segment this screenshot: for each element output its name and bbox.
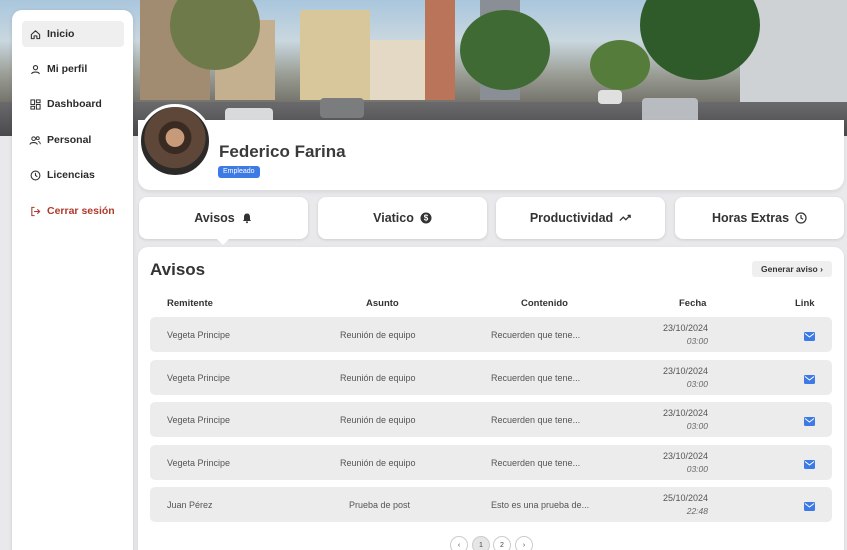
- tab-productividad[interactable]: Productividad: [496, 197, 665, 239]
- clock-icon: [29, 169, 41, 181]
- cell-hora: 03:00: [686, 421, 708, 431]
- sidebar-item-label: Inicio: [47, 28, 75, 40]
- user-icon: [29, 63, 41, 75]
- mail-icon[interactable]: [804, 456, 815, 469]
- sidebar-item-label: Cerrar sesión: [47, 205, 115, 217]
- profile-name: Federico Farina: [219, 142, 346, 161]
- column-header-asunto: Asunto: [366, 298, 399, 309]
- sidebar-item-inicio[interactable]: Inicio: [22, 21, 124, 47]
- sidebar-item-label: Dashboard: [47, 98, 102, 110]
- cell-asunto: Prueba de post: [349, 500, 411, 510]
- tab-label: Horas Extras: [711, 211, 790, 225]
- cell-remitente: Juan Pérez: [167, 500, 213, 510]
- logout-button[interactable]: Cerrar sesión: [22, 198, 124, 224]
- pagination-page-1[interactable]: 1: [472, 536, 490, 550]
- users-icon: [29, 134, 41, 146]
- cell-fecha: 25/10/2024: [662, 493, 708, 503]
- cell-contenido: Recuerden que tene...: [491, 415, 581, 425]
- mail-icon[interactable]: [804, 498, 815, 511]
- cell-hora: 22:48: [686, 506, 708, 516]
- home-icon: [29, 28, 41, 40]
- cell-contenido: Recuerden que tene...: [491, 330, 581, 340]
- section-title: Avisos: [150, 260, 206, 279]
- column-header-link: Link: [795, 298, 815, 309]
- role-badge: Empleado: [218, 166, 260, 178]
- mail-icon[interactable]: [804, 413, 815, 426]
- cell-asunto: Reunión de equipo: [340, 373, 416, 383]
- cell-fecha: 23/10/2024: [662, 366, 708, 376]
- sidebar-item-mi-perfil[interactable]: Mi perfil: [22, 56, 124, 82]
- cell-hora: 03:00: [686, 464, 708, 474]
- column-header-contenido: Contenido: [521, 298, 568, 309]
- cell-contenido: Recuerden que tene...: [491, 458, 581, 468]
- dollar-icon: $: [420, 212, 432, 224]
- mail-icon[interactable]: [804, 328, 815, 341]
- trend-icon: [619, 212, 631, 224]
- cell-contenido: Esto es una prueba de...: [491, 500, 590, 510]
- sidebar-item-licencias[interactable]: Licencias: [22, 162, 124, 188]
- cell-fecha: 23/10/2024: [662, 323, 708, 333]
- dashboard-icon: [29, 98, 41, 110]
- pagination-next-button[interactable]: ›: [515, 536, 533, 550]
- svg-text:$: $: [424, 214, 429, 223]
- sidebar-item-label: Personal: [47, 134, 92, 146]
- sidebar-item-label: Mi perfil: [47, 63, 88, 75]
- generate-notice-button[interactable]: Generar aviso ›: [752, 261, 832, 277]
- active-tab-indicator: [216, 238, 230, 245]
- cell-contenido: Recuerden que tene...: [491, 373, 581, 383]
- tab-viatico[interactable]: Viatico $: [318, 197, 487, 239]
- column-header-fecha: Fecha: [679, 298, 707, 309]
- cell-hora: 03:00: [686, 379, 708, 389]
- pagination-page-2[interactable]: 2: [493, 536, 511, 550]
- cell-remitente: Vegeta Principe: [167, 415, 231, 425]
- mail-icon[interactable]: [804, 371, 815, 384]
- pagination-prev-button[interactable]: ‹: [450, 536, 468, 550]
- column-header-remitente: Remitente: [167, 298, 213, 309]
- tab-horas-extras[interactable]: Horas Extras: [675, 197, 844, 239]
- avatar: [138, 104, 212, 178]
- cell-asunto: Reunión de equipo: [340, 415, 416, 425]
- cell-asunto: Reunión de equipo: [340, 458, 416, 468]
- tab-label: Avisos: [194, 211, 235, 225]
- tab-avisos[interactable]: Avisos: [139, 197, 308, 239]
- cell-remitente: Vegeta Principe: [167, 458, 231, 468]
- clock-icon: [795, 212, 807, 224]
- cell-hora: 03:00: [686, 336, 708, 346]
- sidebar-item-label: Licencias: [47, 169, 95, 181]
- tab-label: Productividad: [529, 211, 614, 225]
- sidebar-item-dashboard[interactable]: Dashboard: [22, 91, 124, 117]
- cell-fecha: 23/10/2024: [662, 408, 708, 418]
- cell-fecha: 23/10/2024: [662, 451, 708, 461]
- logout-icon: [29, 205, 41, 217]
- bell-icon: [241, 212, 253, 224]
- tab-label: Viatico: [373, 211, 414, 225]
- sidebar-item-personal[interactable]: Personal: [22, 127, 124, 153]
- cell-asunto: Reunión de equipo: [340, 330, 416, 340]
- cell-remitente: Vegeta Principe: [167, 330, 231, 340]
- cell-remitente: Vegeta Principe: [167, 373, 231, 383]
